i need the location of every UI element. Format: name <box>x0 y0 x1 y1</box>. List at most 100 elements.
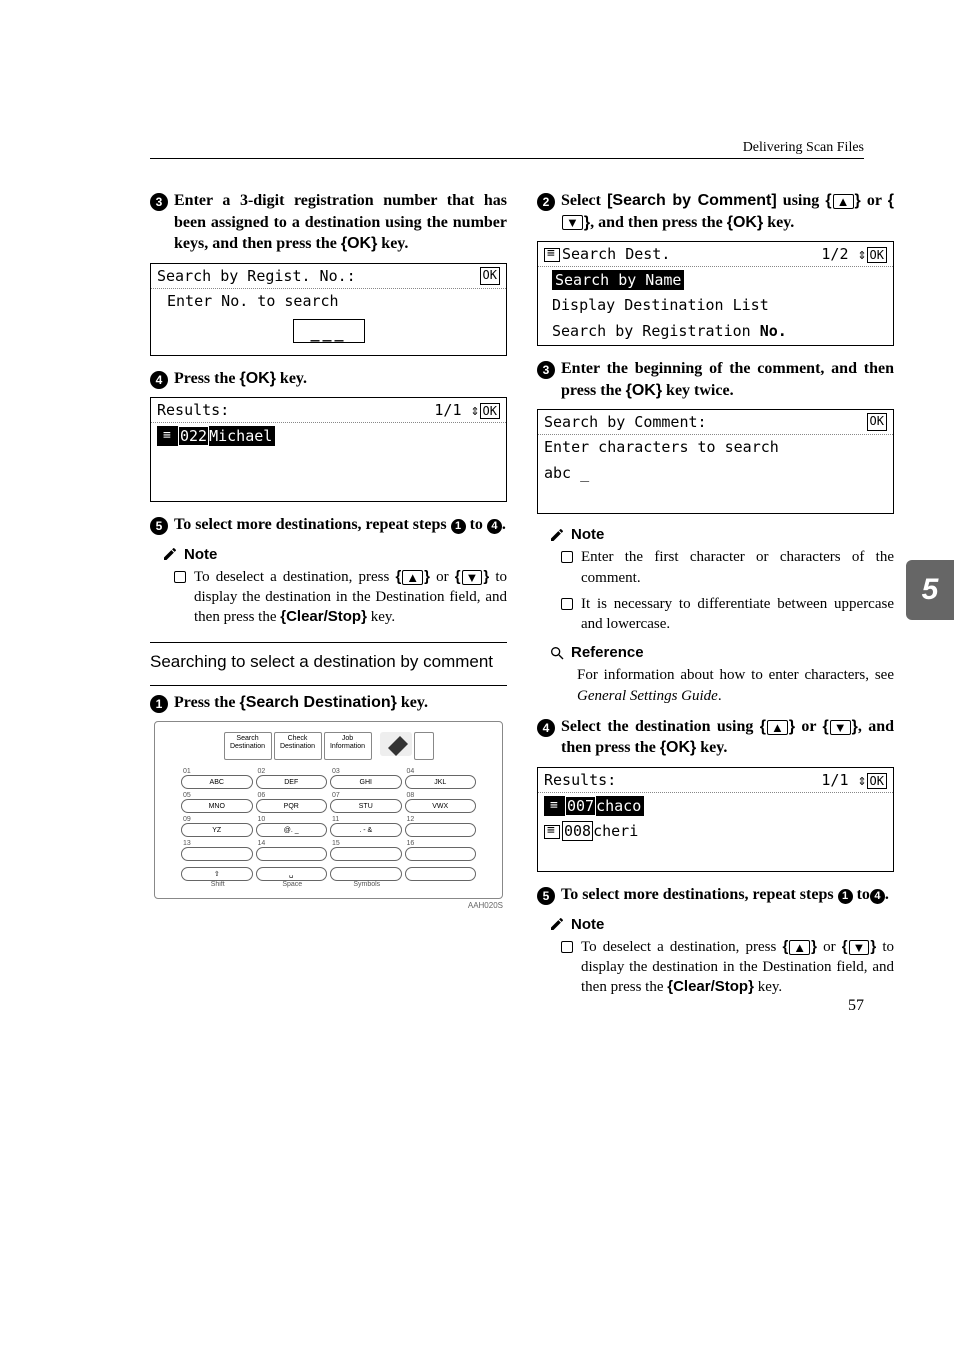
key-blank <box>405 867 477 881</box>
lcd-empty-row <box>538 845 893 871</box>
lcd-title: Search by Comment: <box>544 413 707 431</box>
ok-key-label: {OK} <box>660 739 696 756</box>
pencil-icon <box>549 916 565 932</box>
ref-step-1: 1 <box>451 519 466 534</box>
keypad-illustration: SearchDestination CheckDestination JobIn… <box>154 721 503 899</box>
destination-icon <box>160 430 176 444</box>
search-destination-key-label: {Search Destination} <box>239 694 396 711</box>
pencil-icon <box>162 546 178 562</box>
key-pqr: PQR <box>256 799 328 813</box>
lcd-input-line: ___ <box>151 315 506 355</box>
lcd-result-item: 022Michael <box>151 423 506 449</box>
down-key: ▼ <box>849 940 870 955</box>
step-3: 3 Enter a 3-digit registration number th… <box>150 190 507 255</box>
bullet-square-icon <box>174 571 186 583</box>
lcd-menu-item: Display Destination List <box>538 293 893 319</box>
lcd-search-by-regist: Search by Regist. No.: OK Enter No. to s… <box>150 263 507 356</box>
note-heading: Note <box>162 546 507 563</box>
key-jkl: JKL <box>405 775 477 789</box>
step-number: 5 <box>537 887 555 905</box>
note-body: Enter the first character or characters … <box>561 547 894 634</box>
lcd-ok-indicator: OK <box>480 267 500 285</box>
lcd-search-dest: Search Dest. 1/2 ⇕OK Search by Name Disp… <box>537 241 894 346</box>
lcd-header: Results: 1/1 ⇕OK <box>538 768 893 793</box>
key-symbols-icon <box>330 867 402 881</box>
key-def: DEF <box>256 775 328 789</box>
eraser-icon <box>380 732 412 756</box>
lcd-result-item: 008cheri <box>538 819 893 845</box>
lcd-search-by-comment: Search by Comment: OK Enter characters t… <box>537 409 894 514</box>
step-5: 5 To select more destinations, repeat st… <box>537 884 894 906</box>
note-text: To deselect a destination, press {▲} or … <box>194 567 507 628</box>
lcd-result-item-selected: 007chaco <box>538 793 893 819</box>
ok-key-label: {OK} <box>239 370 275 387</box>
lcd-ok-indicator: OK <box>867 247 887 263</box>
step-number: 4 <box>537 719 555 737</box>
step-1: 1 Press the {Search Destination} key. <box>150 692 507 714</box>
lcd-header: Search Dest. 1/2 ⇕OK <box>538 242 893 267</box>
step-text: To select more destinations, repeat step… <box>174 514 506 536</box>
destination-icon <box>547 800 563 814</box>
soft-key-display <box>380 732 412 756</box>
key-blank <box>330 847 402 861</box>
step-5: 5 To select more destinations, repeat st… <box>150 514 507 536</box>
key-space-icon: ␣ <box>256 867 328 881</box>
reference-body: For information about how to enter chara… <box>577 665 894 706</box>
lcd-empty-row <box>538 487 893 513</box>
left-column: 3 Enter a 3-digit registration number th… <box>150 190 507 1003</box>
step-text: To select more destinations, repeat step… <box>561 884 889 906</box>
key-blank <box>256 847 328 861</box>
side-key <box>414 732 434 760</box>
soft-key-search-destination: SearchDestination <box>224 732 272 760</box>
lcd-menu-item: Search by Registration No. <box>538 319 893 345</box>
lcd-empty-row <box>151 475 506 501</box>
key-mno: MNO <box>181 799 253 813</box>
subheading-rule <box>150 685 507 686</box>
lcd-title: Search by Regist. No.: <box>157 267 356 285</box>
illustration-id: AAH020S <box>150 901 503 910</box>
lcd-input-value: abc _ <box>538 461 893 487</box>
note-body: To deselect a destination, press {▲} or … <box>174 567 507 628</box>
note-label: Note <box>571 916 604 933</box>
step-2: 2 Select [Search by Comment] using {▲} o… <box>537 190 894 233</box>
lcd-menu-item-selected: Search by Name <box>538 267 893 293</box>
right-column: 2 Select [Search by Comment] using {▲} o… <box>537 190 894 1003</box>
key-at: @. _ <box>256 823 328 837</box>
note-label: Note <box>184 546 217 563</box>
up-key: ▲ <box>767 720 788 735</box>
magnifier-icon <box>549 645 565 661</box>
up-key: ▲ <box>402 570 423 585</box>
lcd-pager: 1/1 ⇕OK <box>434 401 500 419</box>
ok-key-label: {OK} <box>341 235 377 252</box>
note-body: To deselect a destination, press {▲} or … <box>561 937 894 998</box>
chapter-tab: 5 <box>906 560 954 620</box>
key-yz: YZ <box>181 823 253 837</box>
step-4: 4 Press the {OK} key. <box>150 368 507 390</box>
lcd-prompt: Enter characters to search <box>538 435 893 461</box>
lcd-empty-row <box>151 449 506 475</box>
up-key: ▲ <box>789 940 810 955</box>
menu-icon <box>544 248 560 262</box>
destination-icon <box>544 825 560 839</box>
lcd-prompt: Enter No. to search <box>151 289 506 315</box>
key-blank <box>405 847 477 861</box>
lcd-pager: 1/2 ⇕OK <box>821 245 887 263</box>
soft-key-check-destination: CheckDestination <box>274 732 322 760</box>
pencil-icon <box>549 527 565 543</box>
key-vwx: VWX <box>405 799 477 813</box>
header-section: Delivering Scan Files <box>743 140 864 156</box>
key-abc: ABC <box>181 775 253 789</box>
step-number: 1 <box>150 695 168 713</box>
key-punct: . - & <box>330 823 402 837</box>
lcd-results-right: Results: 1/1 ⇕OK 007chaco 008cheri <box>537 767 894 872</box>
step-text: Enter a 3-digit registration number that… <box>174 190 507 255</box>
step-text: Press the {OK} key. <box>174 368 307 390</box>
clear-stop-key-label: {Clear/Stop} <box>280 608 367 625</box>
label-symbols: Symbols <box>330 881 402 888</box>
step-text: Select the destination using {▲} or {▼},… <box>561 716 894 759</box>
reference-title: General Settings Guide <box>577 688 718 704</box>
lcd-title: Results: <box>544 771 616 789</box>
key-stu: STU <box>330 799 402 813</box>
bullet-square-icon <box>561 598 573 610</box>
lcd-header: Results: 1/1 ⇕OK <box>151 398 506 423</box>
